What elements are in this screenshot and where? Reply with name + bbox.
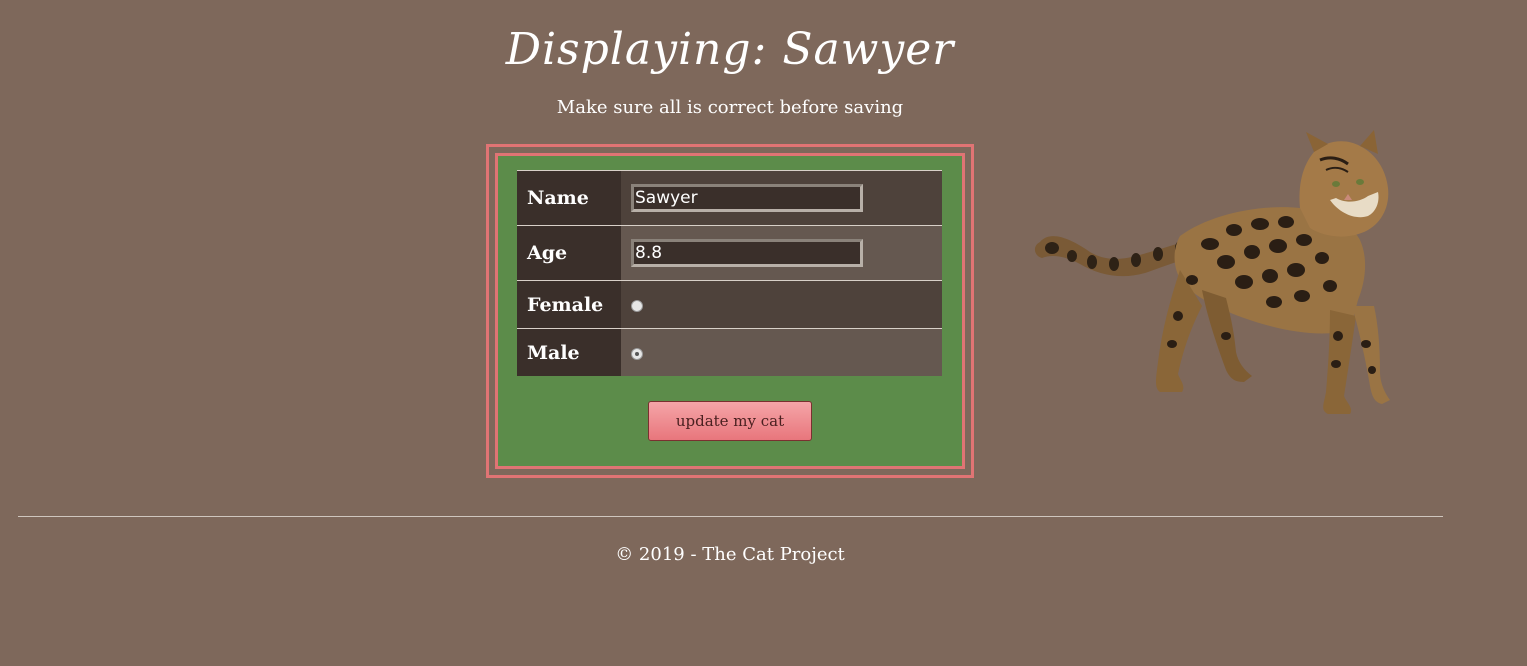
bengal-cat-photo-icon xyxy=(1034,130,1390,414)
female-label: Female xyxy=(517,280,621,329)
male-row: Male xyxy=(517,328,942,376)
footer-copyright: © 2019 - The Cat Project xyxy=(615,544,845,565)
name-input[interactable] xyxy=(631,184,863,212)
cat-form: Name Age Female xyxy=(495,153,965,469)
name-label: Name xyxy=(517,170,621,226)
female-row: Female xyxy=(517,280,942,329)
age-row: Age xyxy=(517,225,942,281)
male-radio[interactable] xyxy=(631,348,643,360)
update-cat-button[interactable]: update my cat xyxy=(648,401,812,441)
male-label: Male xyxy=(517,328,621,376)
page-subtitle: Make sure all is correct before saving xyxy=(556,97,904,118)
footer-divider xyxy=(18,516,1443,517)
age-label: Age xyxy=(517,225,621,281)
cat-details-table: Name Age Female xyxy=(517,170,942,376)
page: Displaying: Sawyer Make sure all is corr… xyxy=(0,0,1527,666)
name-row: Name xyxy=(517,170,942,226)
cat-form-frame: Name Age Female xyxy=(486,144,974,478)
page-title: Displaying: Sawyer xyxy=(505,24,955,75)
female-radio[interactable] xyxy=(631,300,643,312)
age-input[interactable] xyxy=(631,239,863,267)
